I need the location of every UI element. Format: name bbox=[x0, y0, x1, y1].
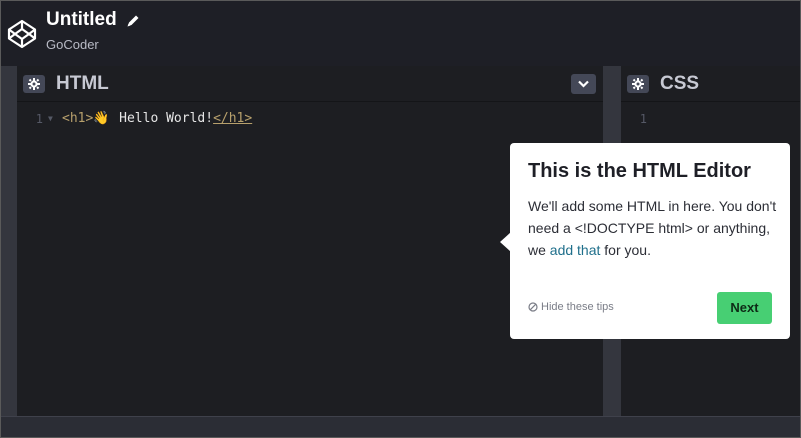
gear-icon bbox=[28, 78, 40, 90]
cancel-circle-icon bbox=[528, 302, 538, 312]
app-header: Untitled GoCoder bbox=[0, 0, 801, 66]
hide-tips-label: Hide these tips bbox=[541, 301, 614, 313]
hide-tips-link[interactable]: Hide these tips bbox=[528, 301, 614, 313]
chevron-down-icon bbox=[578, 80, 589, 88]
bottom-bar bbox=[0, 416, 801, 438]
gear-icon bbox=[632, 78, 644, 90]
open-tag: <h1> bbox=[62, 111, 94, 126]
html-settings-button[interactable] bbox=[23, 75, 45, 93]
editor-tip-popup: This is the HTML Editor We'll add some H… bbox=[510, 143, 790, 339]
html-pane-header: HTML bbox=[17, 66, 603, 102]
close-tag: </h1> bbox=[213, 111, 253, 126]
next-button[interactable]: Next bbox=[717, 292, 772, 324]
line-number: 1 bbox=[639, 112, 647, 126]
html-pane-title: HTML bbox=[56, 73, 109, 94]
pen-title[interactable]: Untitled bbox=[46, 9, 117, 31]
tip-body-text-end: for you. bbox=[600, 242, 651, 258]
waving-hand-emoji: 👋 bbox=[93, 111, 110, 126]
line-number: 1 bbox=[35, 112, 43, 126]
tip-link[interactable]: add that bbox=[550, 242, 601, 258]
css-pane-header: CSS bbox=[621, 66, 801, 102]
css-settings-button[interactable] bbox=[627, 75, 649, 93]
tip-body: We'll add some HTML in here. You don't n… bbox=[528, 195, 778, 261]
code-text: Hello World! bbox=[111, 111, 214, 126]
pen-title-wrap: Untitled bbox=[46, 9, 141, 31]
codepen-logo-icon[interactable] bbox=[6, 18, 38, 50]
pen-author[interactable]: GoCoder bbox=[46, 37, 99, 52]
pencil-icon[interactable] bbox=[125, 13, 141, 29]
tip-title: This is the HTML Editor bbox=[528, 160, 751, 182]
css-pane-title: CSS bbox=[660, 73, 700, 94]
html-collapse-button[interactable] bbox=[571, 74, 596, 94]
fold-arrow-icon[interactable]: ▼ bbox=[48, 110, 53, 128]
left-gutter-divider bbox=[0, 66, 17, 416]
tooltip-arrow bbox=[500, 232, 511, 252]
code-content: <h1>👋 Hello World!</h1> bbox=[62, 110, 252, 128]
